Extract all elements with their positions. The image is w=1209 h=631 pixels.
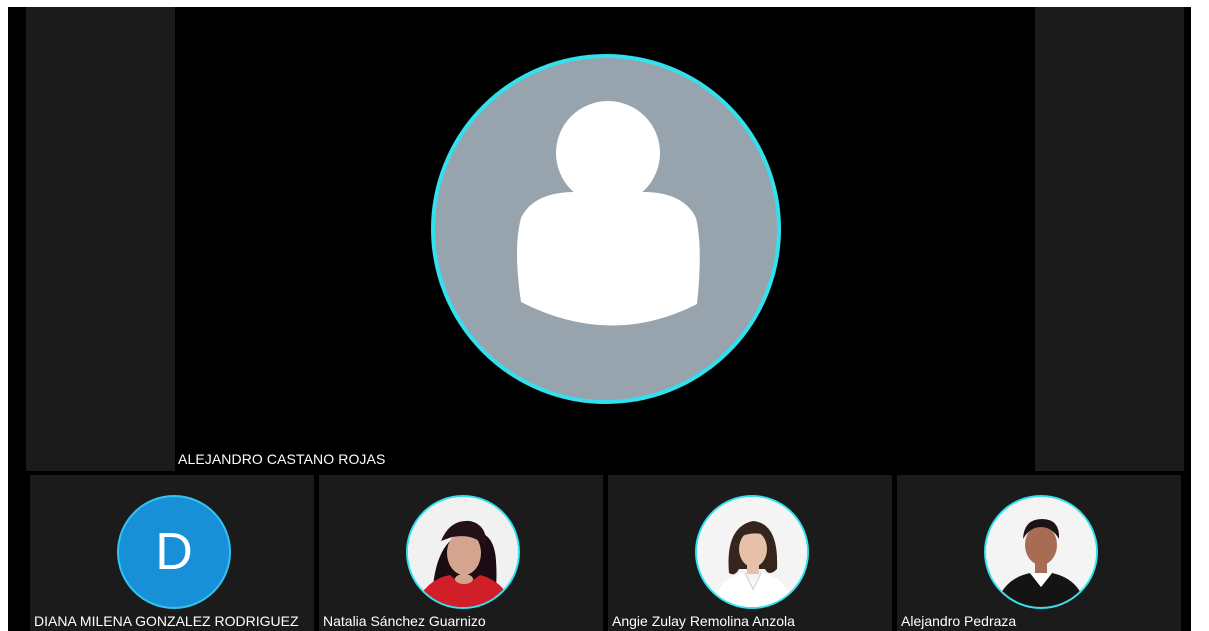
participant-name: Angie Zulay Remolina Anzola bbox=[612, 613, 795, 629]
participant-photo-avatar bbox=[984, 495, 1098, 609]
meeting-window: ALEJANDRO CASTANO ROJAS D DIANA MILENA G… bbox=[8, 7, 1191, 631]
active-speaker-avatar bbox=[431, 54, 781, 404]
avatar-initial: D bbox=[155, 523, 193, 581]
profile-photo bbox=[408, 497, 518, 607]
participant-tile[interactable]: Alejandro Pedraza bbox=[897, 475, 1181, 631]
active-speaker-name: ALEJANDRO CASTANO ROJAS bbox=[178, 451, 386, 467]
profile-photo bbox=[697, 497, 807, 607]
participant-name: Alejandro Pedraza bbox=[901, 613, 1017, 629]
active-speaker-video[interactable]: ALEJANDRO CASTANO ROJAS bbox=[175, 7, 1035, 471]
participant-name: Natalia Sánchez Guarnizo bbox=[323, 613, 486, 629]
participant-strip: D DIANA MILENA GONZALEZ RODRIGUEZ Natali… bbox=[8, 475, 1191, 631]
participant-initial-avatar: D bbox=[117, 495, 231, 609]
participant-tile[interactable]: D DIANA MILENA GONZALEZ RODRIGUEZ bbox=[30, 475, 314, 631]
participant-tile[interactable]: Angie Zulay Remolina Anzola bbox=[608, 475, 892, 631]
default-person-icon bbox=[517, 101, 700, 326]
profile-photo bbox=[986, 497, 1096, 607]
main-stage: ALEJANDRO CASTANO ROJAS bbox=[26, 7, 1184, 471]
participant-photo-avatar bbox=[406, 495, 520, 609]
participant-name: DIANA MILENA GONZALEZ RODRIGUEZ bbox=[34, 613, 299, 629]
participant-photo-avatar bbox=[695, 495, 809, 609]
participant-tile[interactable]: Natalia Sánchez Guarnizo bbox=[319, 475, 603, 631]
